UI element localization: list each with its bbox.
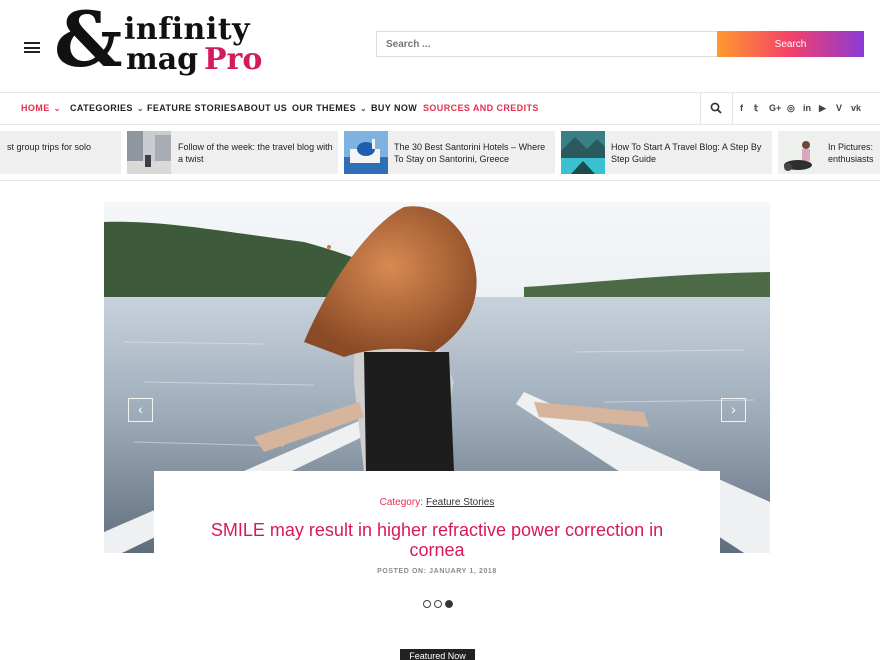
slider-dot-active[interactable] bbox=[445, 600, 453, 608]
ticker-item-title: Follow of the week: the travel blog with… bbox=[178, 142, 333, 164]
nav-item-categories[interactable]: CATEGORIES ⌄ bbox=[70, 103, 144, 113]
linkedin-icon[interactable]: in bbox=[803, 103, 811, 113]
google-plus-icon[interactable]: G+ bbox=[769, 103, 781, 113]
nav-divider bbox=[732, 93, 733, 124]
search-input[interactable] bbox=[376, 31, 718, 57]
search-button[interactable]: Search bbox=[717, 31, 864, 57]
menu-icon[interactable] bbox=[24, 42, 40, 53]
ticker-item-title: st group trips for solo bbox=[7, 142, 92, 152]
nav-item-buy-now[interactable]: BUY NOW bbox=[371, 103, 417, 113]
ticker-thumbnail bbox=[561, 131, 605, 174]
nav-item-home[interactable]: HOME ⌄ bbox=[21, 103, 61, 113]
ticker-item-title: How To Start A Travel Blog: A Step By St… bbox=[611, 142, 762, 164]
nav-item-our-themes[interactable]: OUR THEMES ⌄ bbox=[292, 103, 367, 113]
chevron-down-icon: ⌄ bbox=[53, 104, 61, 113]
vk-icon[interactable]: vk bbox=[851, 103, 861, 113]
site-logo[interactable]: & infinity mag Pro bbox=[54, 2, 269, 80]
slider-next-button[interactable]: › bbox=[721, 398, 746, 422]
nav-item-sources-and-credits[interactable]: SOURCES AND CREDITS bbox=[423, 103, 539, 113]
chevron-down-icon: ⌄ bbox=[360, 104, 368, 113]
ticker-item-title: In Pictures: enthusiasts bbox=[828, 142, 874, 164]
nav-item-label: ABOUT US bbox=[237, 103, 288, 113]
logo-word-pro: Pro bbox=[204, 42, 263, 77]
nav-divider bbox=[700, 93, 701, 124]
chevron-down-icon: ⌄ bbox=[136, 104, 144, 113]
slider-dot[interactable] bbox=[423, 600, 431, 608]
ticker-thumbnail bbox=[344, 131, 388, 174]
category-link[interactable]: Feature Stories bbox=[426, 497, 494, 508]
logo-ampersand: & bbox=[54, 0, 123, 84]
vimeo-icon[interactable]: V bbox=[836, 103, 842, 113]
news-ticker: st group trips for solo Follow of the we… bbox=[0, 125, 880, 181]
slider-prev-button[interactable]: ‹ bbox=[128, 398, 153, 422]
category-line: Category: Feature Stories bbox=[154, 497, 720, 508]
site-header: & infinity mag Pro Search bbox=[0, 0, 880, 92]
instagram-icon[interactable]: ◎ bbox=[787, 103, 795, 114]
ticker-item[interactable]: How To Start A Travel Blog: A Step By St… bbox=[561, 131, 772, 174]
youtube-icon[interactable]: ▶ bbox=[819, 103, 826, 114]
nav-item-label: BUY NOW bbox=[371, 103, 418, 113]
ticker-thumbnail bbox=[127, 131, 171, 174]
post-date: POSTED ON: JANUARY 1, 2018 bbox=[377, 568, 497, 575]
ticker-item[interactable]: Follow of the week: the travel blog with… bbox=[127, 131, 338, 174]
nav-item-label: SOURCES AND CREDITS bbox=[423, 103, 539, 113]
ticker-thumbnail bbox=[778, 131, 822, 174]
logo-word-mag: mag bbox=[126, 42, 199, 77]
search-icon[interactable] bbox=[710, 102, 722, 114]
post-title[interactable]: SMILE may result in higher refractive po… bbox=[184, 520, 690, 560]
ticker-item[interactable]: The 30 Best Santorini Hotels – Where To … bbox=[344, 131, 555, 174]
nav-item-feature-stories[interactable]: FEATURE STORIES bbox=[147, 103, 237, 113]
slider-dot[interactable] bbox=[434, 600, 442, 608]
facebook-icon[interactable]: f bbox=[740, 103, 743, 113]
nav-item-label: CATEGORIES bbox=[70, 103, 133, 113]
ticker-item-title: The 30 Best Santorini Hotels – Where To … bbox=[394, 142, 546, 164]
slide-caption-card: Category: Feature Stories SMILE may resul… bbox=[154, 471, 720, 596]
nav-item-label: FEATURE STORIES bbox=[147, 103, 237, 113]
twitter-icon[interactable]: 𝕥 bbox=[754, 103, 758, 114]
nav-item-label: HOME bbox=[21, 103, 50, 113]
ticker-item[interactable]: st group trips for solo bbox=[0, 131, 121, 174]
main-navigation: HOME ⌄ CATEGORIES ⌄ FEATURE STORIES ABOUT … bbox=[0, 92, 880, 125]
nav-item-label: OUR THEMES bbox=[292, 103, 357, 113]
ticker-item[interactable]: In Pictures: enthusiasts bbox=[778, 131, 880, 174]
nav-item-about-us[interactable]: ABOUT US bbox=[237, 103, 287, 113]
featured-now-heading: Featured Now bbox=[400, 649, 475, 660]
category-label: Category: bbox=[379, 497, 423, 508]
